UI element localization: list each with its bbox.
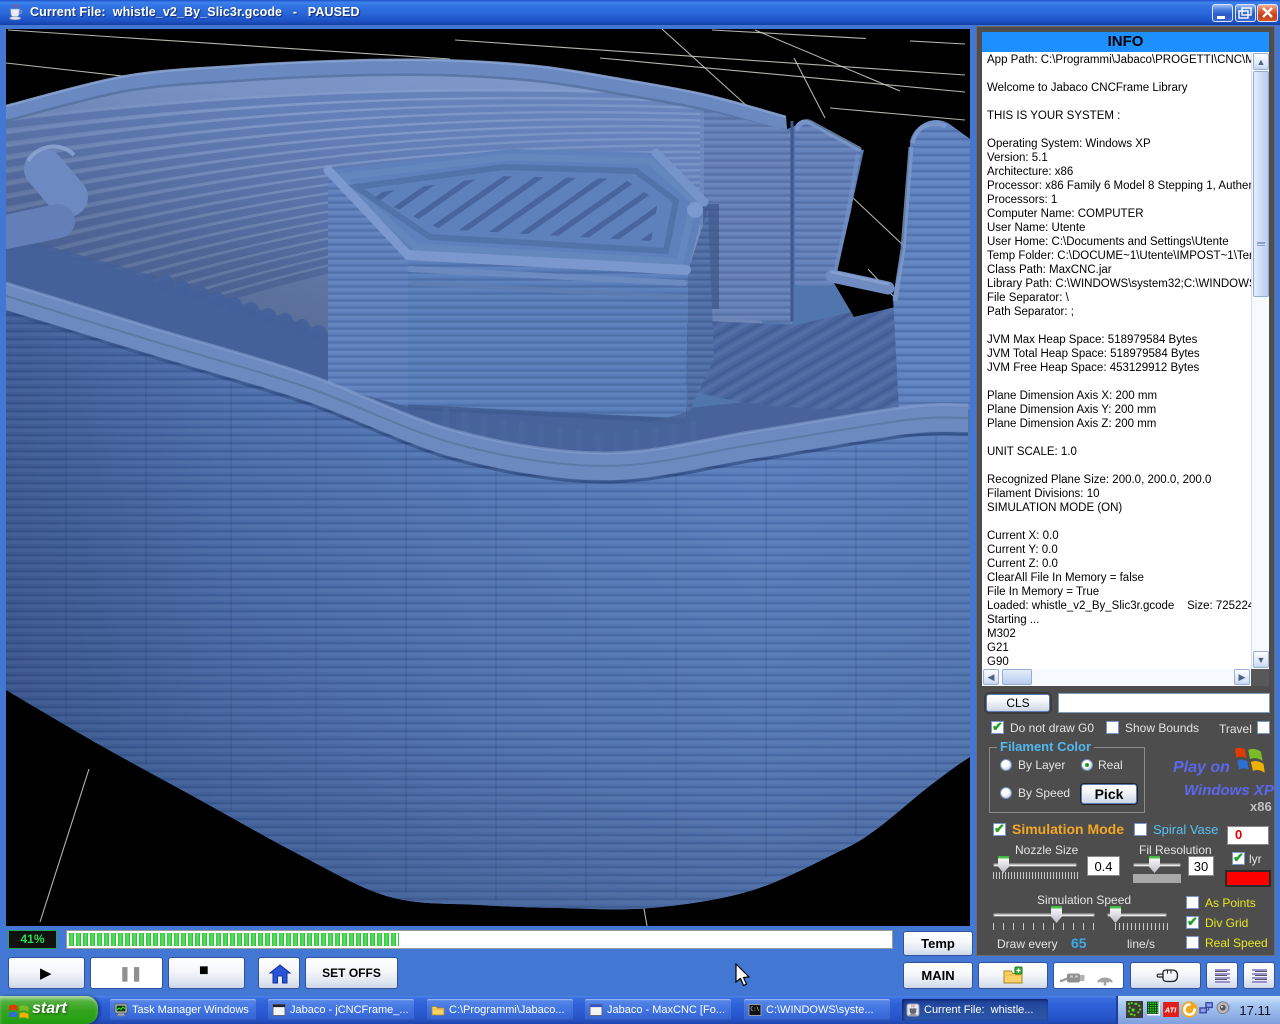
svg-text:ATI: ATI [1164, 1005, 1177, 1014]
svg-text:C:\: C:\ [750, 1007, 759, 1013]
